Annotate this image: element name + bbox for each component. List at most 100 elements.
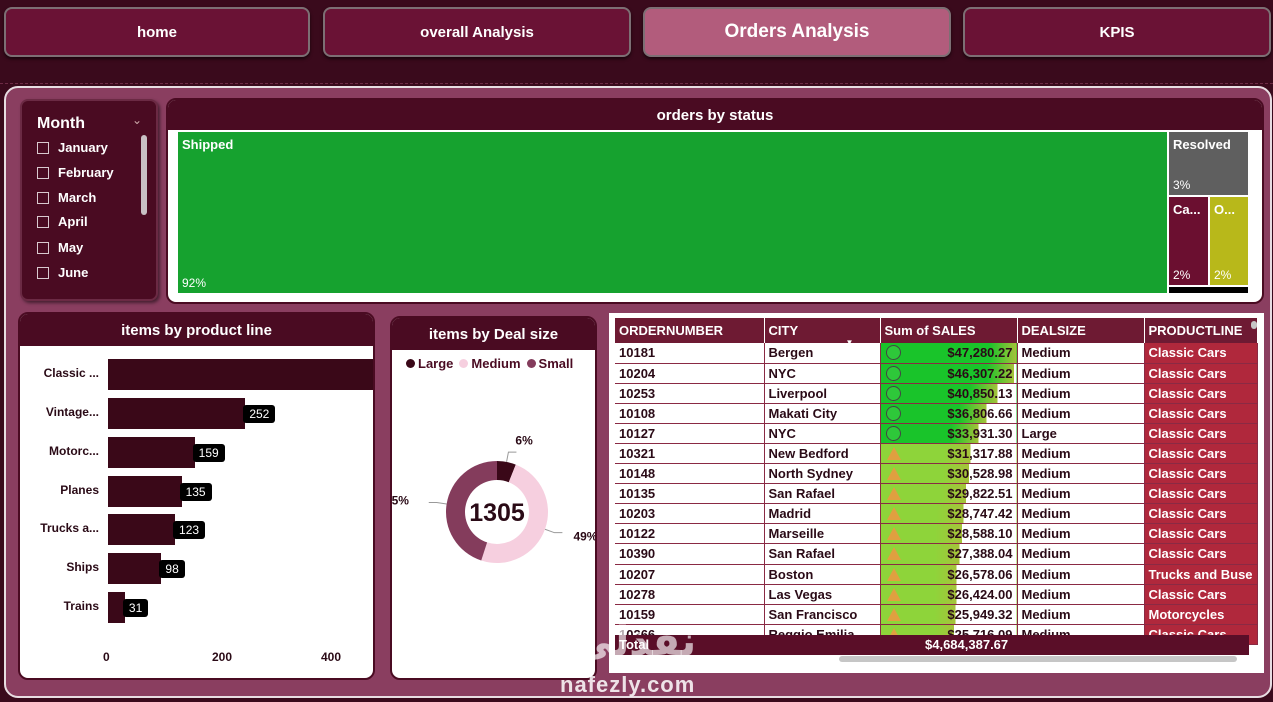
slicer-item-label: January — [58, 140, 108, 155]
orders-by-status-treemap: orders by status Shipped 92% Resolved 3%… — [166, 98, 1264, 304]
table-row[interactable]: 10181 Bergen $47,280.27 Medium Classic Cars — [615, 343, 1258, 364]
treemap-tile-resolved[interactable]: Resolved 3% — [1169, 132, 1248, 195]
slicer-item-march[interactable]: March — [37, 190, 96, 205]
sales-value: $29,822.51 — [947, 486, 1013, 502]
tab-orders-analysis[interactable]: Orders Analysis — [643, 7, 951, 57]
column-header-label: Sum of SALES — [884, 323, 976, 338]
ordernumber-cell: 10135 — [615, 483, 765, 505]
dealsize-cell: Medium — [1017, 604, 1145, 625]
month-slicer[interactable]: Month ⌄ January February March April May… — [20, 99, 158, 301]
kpi-warning-triangle-icon — [886, 507, 901, 521]
kpi-warning-triangle-icon — [886, 487, 901, 501]
bar[interactable] — [108, 398, 246, 429]
table-row[interactable]: 10159 San Francisco $25,949.32 Medium Motorc… — [615, 604, 1258, 625]
treemap-tile-on-hold[interactable]: O... 2% — [1210, 197, 1248, 285]
column-header-sum-of-sales[interactable]: Sum of SALES ▼ — [846, 318, 1018, 347]
x-axis-tick: 400 — [321, 650, 342, 664]
slicer-item-label: February — [58, 165, 114, 180]
watermark-logo: نفذلي — [573, 620, 697, 664]
table-row[interactable]: 10278 Las Vegas $26,424.00 Medium Classic Ca… — [615, 584, 1258, 605]
table-row[interactable]: 10135 San Rafael $29,822.51 Medium Classic C… — [615, 483, 1258, 505]
kpi-warning-triangle-icon — [886, 587, 901, 601]
tab-home[interactable]: home — [4, 7, 310, 57]
city-cell: North Sydney — [764, 463, 881, 485]
kpi-warning-triangle-icon — [886, 547, 901, 561]
ordernumber-cell: 10122 — [615, 523, 765, 545]
navigation-bar: home overall Analysis Orders Analysis KP… — [0, 0, 1273, 84]
slicer-item-june[interactable]: June — [37, 265, 88, 280]
donut-data-label: 6% — [515, 433, 533, 447]
treemap-tile-cancelled[interactable]: Ca... 2% — [1169, 197, 1208, 285]
table-row[interactable]: 10148 North Sydney $30,528.98 Medium Classic… — [615, 463, 1258, 485]
city-cell: Makati City — [764, 403, 881, 424]
kpi-warning-triangle-icon — [886, 467, 901, 481]
column-header-ordernumber[interactable]: ORDERNUMBER — [615, 318, 765, 343]
checkbox[interactable] — [37, 241, 49, 254]
table-row[interactable]: 10122 Marseille $28,588.10 Medium Classic Ca… — [615, 523, 1258, 545]
bar[interactable] — [108, 359, 373, 390]
city-cell: NYC — [764, 423, 881, 444]
horizontal-scrollbar[interactable] — [839, 656, 1237, 662]
sales-value: $40,850.13 — [947, 385, 1013, 401]
ordernumber-cell: 10390 — [615, 543, 765, 565]
table-row[interactable]: 10321 New Bedford $31,317.88 Medium Classic … — [615, 443, 1258, 465]
productline-cell: Classic Cars — [1144, 363, 1258, 384]
column-header-city[interactable]: CITY — [764, 318, 881, 343]
tab-label: overall Analysis — [420, 23, 534, 41]
kpi-warning-triangle-icon — [886, 527, 901, 541]
table-row[interactable]: 10127 NYC $33,931.30 Large Classic Cars — [615, 423, 1258, 444]
table-row[interactable]: 10204 NYC $46,307.22 Medium Classic Cars — [615, 363, 1258, 384]
dealsize-cell: Medium — [1017, 483, 1145, 505]
city-cell: Las Vegas — [764, 584, 881, 605]
table-row[interactable]: 10253 Liverpool $40,850.13 Medium Classic Ca… — [615, 383, 1258, 404]
table-row[interactable]: 10203 Madrid $28,747.42 Medium Classic Cars — [615, 503, 1258, 525]
chart-title: items by product line — [20, 314, 373, 346]
dealsize-cell: Medium — [1017, 523, 1145, 545]
checkbox[interactable] — [37, 191, 49, 204]
chevron-down-icon[interactable]: ⌄ — [132, 113, 142, 127]
sales-value: $47,280.27 — [947, 345, 1013, 361]
sales-value: $27,388.04 — [947, 546, 1013, 562]
slicer-item-february[interactable]: February — [37, 165, 114, 180]
productline-cell: Classic Cars — [1144, 543, 1258, 565]
total-value: $4,684,387.67 — [925, 637, 1009, 652]
table-row[interactable]: 10390 San Rafael $27,388.04 Medium Classic C… — [615, 543, 1258, 565]
bar[interactable] — [108, 553, 162, 584]
column-header-productline[interactable]: PRODUCTLINE — [1144, 318, 1258, 343]
tab-overall-analysis[interactable]: overall Analysis — [323, 7, 631, 57]
checkbox[interactable] — [37, 166, 49, 179]
sales-value: $33,931.30 — [947, 425, 1013, 441]
slicer-scrollbar[interactable] — [141, 135, 147, 215]
slicer-title: Month — [37, 115, 85, 132]
table-row[interactable]: 10207 Boston $26,578.06 Medium Trucks and Bu… — [615, 564, 1258, 585]
slicer-item-january[interactable]: January — [37, 140, 108, 155]
tab-kpis[interactable]: KPIS — [963, 7, 1271, 57]
sales-cell: $31,317.88 — [880, 443, 1018, 465]
vertical-scrollbar[interactable] — [1251, 321, 1257, 329]
treemap-tile-small[interactable] — [1169, 287, 1248, 293]
bar[interactable] — [108, 476, 182, 507]
bar[interactable] — [108, 514, 176, 545]
slicer-item-label: May — [58, 240, 84, 255]
bar-data-label: 135 — [179, 483, 212, 501]
kpi-circle-icon — [885, 345, 901, 360]
slicer-item-label: June — [58, 265, 89, 280]
sales-cell: $26,424.00 — [880, 584, 1018, 605]
watermark-text: nafezly.com — [560, 672, 696, 697]
bar-category-label: Trains — [63, 599, 99, 613]
table-row[interactable]: 10108 Makati City $36,806.66 Medium Classic … — [615, 403, 1258, 424]
checkbox[interactable] — [37, 215, 49, 228]
checkbox[interactable] — [37, 266, 49, 279]
slicer-item-may[interactable]: May — [37, 240, 83, 255]
sales-value: $46,307.22 — [947, 365, 1013, 381]
city-cell: Boston — [764, 564, 881, 585]
slicer-item-april[interactable]: April — [37, 214, 88, 229]
bar[interactable] — [108, 437, 195, 468]
city-cell: San Francisco — [764, 604, 881, 625]
column-header-dealsize[interactable]: DEALSIZE — [1017, 318, 1145, 343]
kpi-warning-triangle-icon — [886, 567, 901, 581]
checkbox[interactable] — [37, 141, 49, 154]
treemap-tile-shipped[interactable]: Shipped 92% — [178, 132, 1167, 293]
tab-label: KPIS — [1099, 23, 1135, 41]
bar-category-label: Ships — [66, 560, 99, 574]
